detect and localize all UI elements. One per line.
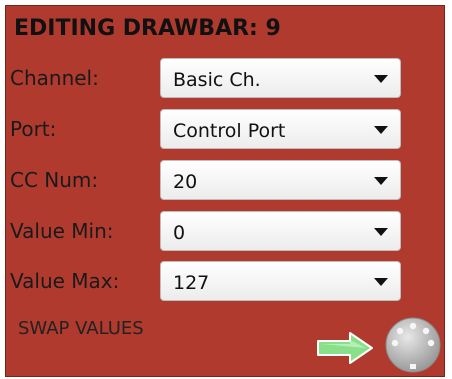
cc-num-row: CC Num: 20 [6, 160, 444, 208]
value-min-row: Value Min: 0 [6, 211, 444, 259]
chevron-down-icon [374, 228, 388, 236]
port-row: Port: Control Port [6, 109, 444, 157]
channel-row: Channel: Basic Ch. [6, 58, 444, 106]
cc-num-dropdown[interactable]: 20 [160, 160, 401, 200]
chevron-down-icon [374, 75, 388, 83]
swap-values-button[interactable]: SWAP VALUES [18, 318, 144, 339]
value-min-value: 0 [173, 222, 186, 244]
panel-title: EDITING DRAWBAR: 9 [14, 16, 281, 41]
port-dropdown[interactable]: Control Port [160, 109, 401, 149]
cc-num-value: 20 [173, 171, 198, 193]
drawbar-editor-panel: EDITING DRAWBAR: 9 Channel: Basic Ch. Po… [5, 5, 445, 377]
value-max-dropdown[interactable]: 127 [160, 261, 401, 301]
chevron-down-icon [374, 278, 388, 286]
right-arrow-icon[interactable] [316, 331, 374, 365]
cc-num-label: CC Num: [10, 168, 99, 192]
value-max-value: 127 [173, 272, 210, 294]
value-max-row: Value Max: 127 [6, 261, 444, 309]
channel-value: Basic Ch. [173, 69, 261, 91]
value-min-dropdown[interactable]: 0 [160, 211, 401, 251]
port-value: Control Port [173, 120, 286, 142]
value-min-label: Value Min: [10, 219, 114, 243]
midi-connector-icon[interactable] [384, 316, 442, 374]
channel-dropdown[interactable]: Basic Ch. [160, 58, 401, 98]
channel-label: Channel: [10, 66, 99, 90]
port-label: Port: [10, 117, 57, 141]
chevron-down-icon [374, 126, 388, 134]
chevron-down-icon [374, 177, 388, 185]
value-max-label: Value Max: [10, 269, 120, 293]
